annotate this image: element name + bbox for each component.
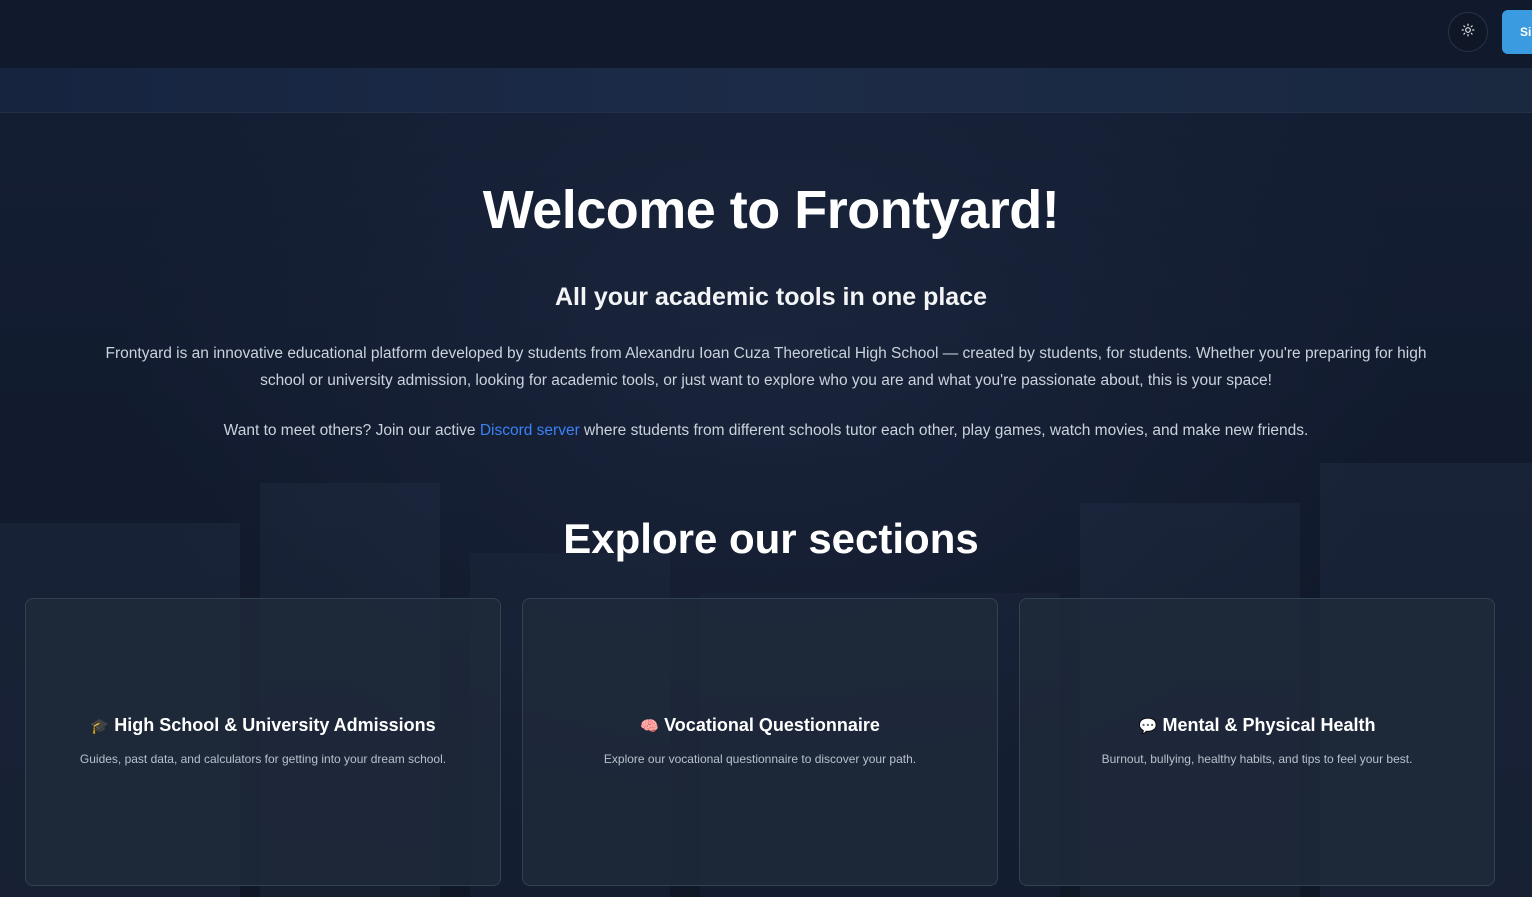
card-title: 🧠 Vocational Questionnaire	[523, 715, 997, 736]
discord-server-link[interactable]: Discord server	[480, 422, 580, 439]
card-description: Burnout, bullying, healthy habits, and t…	[1101, 752, 1413, 766]
discord-suffix-text: where students from different schools tu…	[579, 422, 1309, 439]
theme-toggle-button[interactable]	[1448, 12, 1488, 52]
graduation-cap-icon: 🎓	[90, 717, 109, 735]
page-title: Welcome to Frontyard!	[482, 180, 1060, 240]
sections-heading: Explore our sections	[563, 515, 979, 562]
card-title: 🎓 High School & University Admissions	[26, 715, 500, 736]
card-title-text: Vocational Questionnaire	[664, 715, 880, 735]
vocational-card[interactable]: 🧠 Vocational Questionnaire Explore our v…	[522, 598, 998, 886]
page-subtitle: All your academic tools in one place	[554, 283, 988, 311]
speech-bubble-icon: 💬	[1138, 717, 1158, 735]
intro-paragraph: Frontyard is an innovative educational p…	[105, 345, 1427, 389]
discord-prefix-text: Want to meet others? Join our active	[223, 422, 480, 439]
sign-in-button[interactable]: Si	[1502, 10, 1532, 54]
discord-paragraph: Want to meet others? Join our active Dis…	[96, 419, 1436, 443]
card-description: Guides, past data, and calculators for g…	[79, 752, 447, 766]
admissions-card[interactable]: 🎓 High School & University Admissions Gu…	[25, 598, 501, 886]
sun-icon	[1461, 23, 1475, 42]
card-title: 💬 Mental & Physical Health	[1020, 715, 1494, 736]
secondary-bar	[0, 68, 1532, 113]
health-card[interactable]: 💬 Mental & Physical Health Burnout, bull…	[1019, 598, 1495, 886]
hero-section: Welcome to Frontyard! All your academic …	[0, 113, 1532, 897]
top-navbar: Si	[0, 0, 1532, 68]
brain-icon: 🧠	[640, 717, 659, 735]
card-title-text: Mental & Physical Health	[1162, 715, 1376, 735]
card-title-text: High School & University Admissions	[114, 715, 436, 735]
card-description: Explore our vocational questionnaire to …	[603, 752, 917, 766]
